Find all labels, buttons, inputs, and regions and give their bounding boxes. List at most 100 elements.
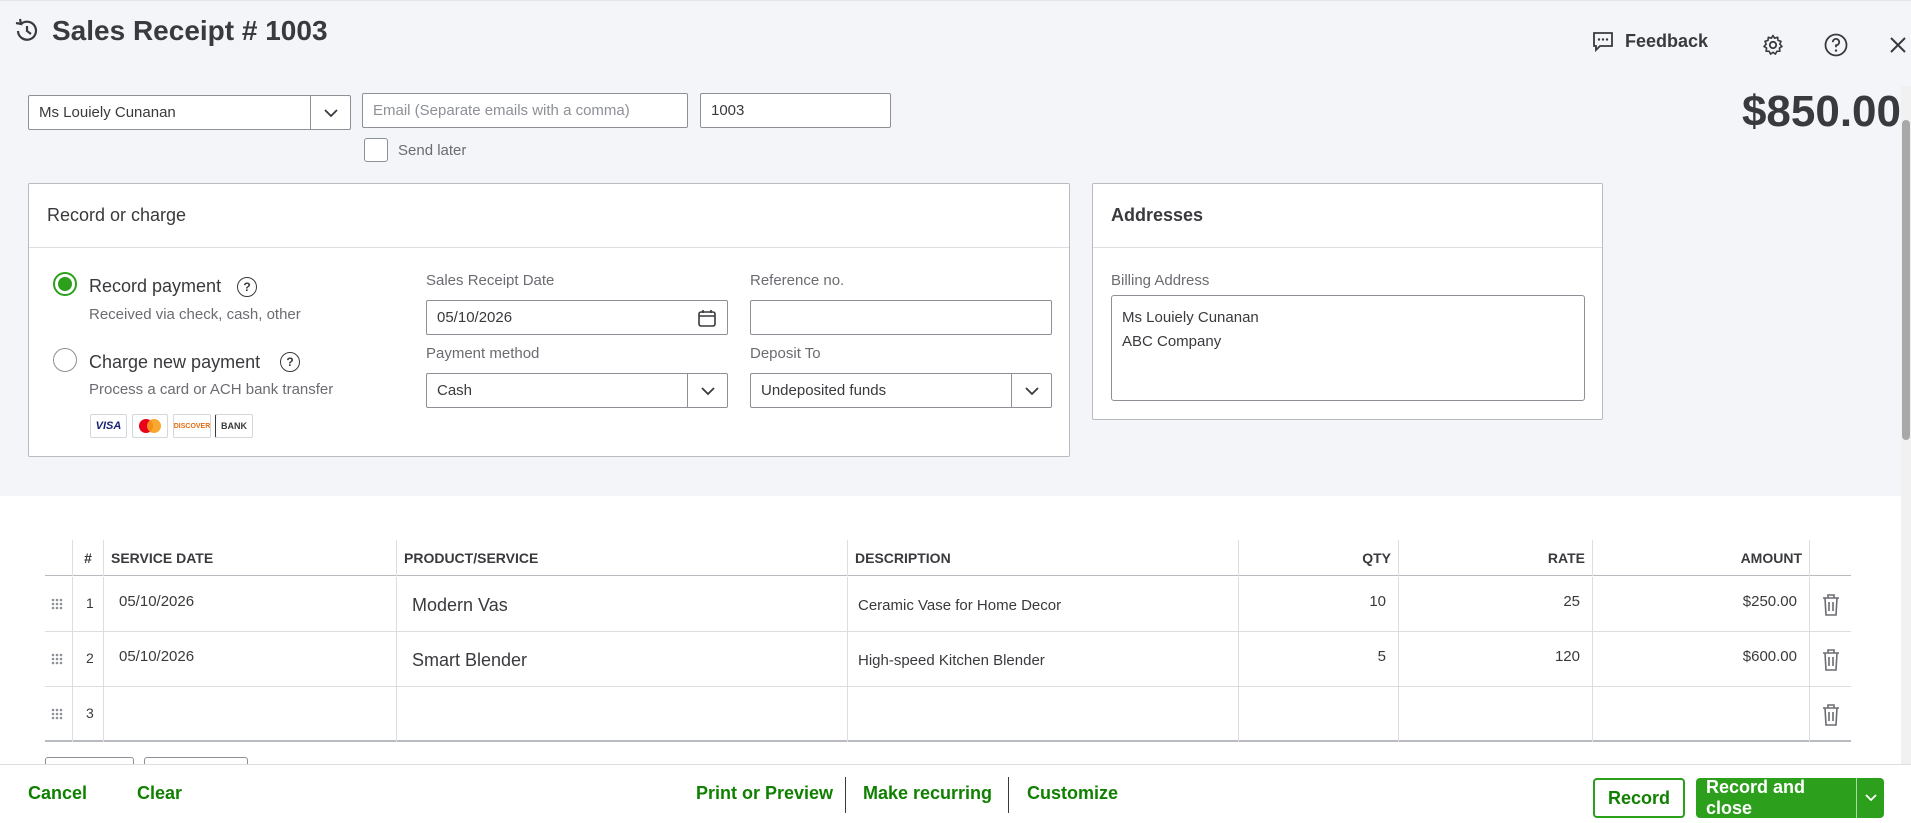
addresses-heading: Addresses	[1093, 184, 1602, 248]
amount-cell[interactable]: $250.00	[1593, 577, 1810, 632]
column-header: PRODUCT/SERVICE	[397, 540, 848, 576]
deposit-to-select[interactable]: Undeposited funds	[750, 373, 1052, 408]
rate: 25	[1563, 593, 1580, 610]
billing-line: ABC Company	[1122, 333, 1222, 350]
rate-cell[interactable]: 25	[1399, 577, 1593, 632]
product-cell[interactable]: Smart Blender	[397, 632, 848, 687]
column-header: AMOUNT	[1593, 540, 1810, 576]
charge-payment-radio[interactable]	[53, 348, 77, 372]
service-date-cell[interactable]: 05/10/2026	[104, 632, 397, 687]
table-row[interactable]: 1 05/10/2026 Modern Vas Ceramic Vase for…	[45, 577, 1851, 632]
email-field[interactable]: Email (Separate emails with a comma)	[362, 93, 688, 128]
rate-cell[interactable]	[1399, 687, 1593, 742]
gear-icon[interactable]	[1759, 31, 1787, 59]
column-header: QTY	[1239, 540, 1399, 576]
charge-payment-label: Charge new payment	[89, 352, 261, 372]
bank-logo: BANK	[215, 414, 253, 438]
billing-address-field[interactable]: Ms Louiely Cunanan ABC Company	[1111, 295, 1585, 401]
row-number: 2	[86, 650, 94, 666]
product-cell[interactable]: Modern Vas	[397, 577, 848, 632]
feedback-label: Feedback	[1625, 30, 1709, 51]
service-date-cell[interactable]	[104, 687, 397, 742]
qty-cell[interactable]: 5	[1239, 632, 1399, 687]
column-header: RATE	[1399, 540, 1593, 576]
scrollbar[interactable]	[1901, 86, 1911, 766]
clear-button[interactable]: Clear	[137, 783, 182, 804]
column-header: #	[73, 540, 104, 576]
record-or-charge-card: Record or charge Record payment ? Receiv…	[28, 183, 1070, 457]
amount-cell[interactable]	[1593, 687, 1810, 742]
email-placeholder: Email (Separate emails with a comma)	[373, 102, 630, 119]
receipt-date-field[interactable]: 05/10/2026	[426, 300, 728, 335]
column-header: SERVICE DATE	[104, 540, 397, 576]
record-and-close-label: Record and close	[1706, 777, 1806, 818]
record-button[interactable]: Record	[1593, 778, 1685, 818]
footer-bar: Cancel Clear Print or Preview Make recur…	[0, 764, 1911, 823]
product-cell[interactable]	[397, 687, 848, 742]
billing-line: Ms Louiely Cunanan	[1122, 309, 1259, 326]
visa-logo: VISA	[90, 414, 127, 438]
table-row[interactable]: 3	[45, 687, 1851, 742]
feedback-button[interactable]: Feedback	[1591, 29, 1708, 53]
help-icon[interactable]: ?	[237, 277, 257, 297]
payment-method-select[interactable]: Cash	[426, 373, 728, 408]
qty-cell[interactable]	[1239, 687, 1399, 742]
description-cell[interactable]	[848, 687, 1239, 742]
description-cell[interactable]: High-speed Kitchen Blender	[848, 632, 1239, 687]
total-amount: $850.00	[1741, 87, 1901, 136]
deposit-to-value: Undeposited funds	[761, 382, 887, 399]
drag-column-header	[45, 540, 73, 576]
cancel-button[interactable]: Cancel	[28, 783, 87, 804]
print-preview-button[interactable]: Print or Preview	[696, 783, 833, 804]
history-icon[interactable]	[12, 16, 42, 46]
customer-select[interactable]: Ms Louiely Cunanan	[28, 95, 351, 130]
qty-cell[interactable]: 10	[1239, 577, 1399, 632]
help-icon[interactable]	[1822, 31, 1850, 59]
record-payment-label: Record payment	[89, 276, 222, 296]
product-name: Smart Blender	[412, 650, 528, 670]
amount-cell[interactable]: $600.00	[1593, 632, 1810, 687]
trash-icon[interactable]	[1820, 703, 1842, 727]
row-number: 3	[86, 705, 94, 721]
discover-logo: DISCOVER	[173, 414, 211, 438]
close-icon[interactable]	[1884, 31, 1911, 59]
make-recurring-button[interactable]: Make recurring	[863, 783, 992, 804]
billing-address-label: Billing Address	[1111, 272, 1210, 289]
trash-icon[interactable]	[1820, 593, 1842, 617]
drag-cell	[45, 687, 73, 742]
chevron-down-icon[interactable]	[1011, 374, 1051, 407]
chevron-down-icon[interactable]	[310, 96, 350, 129]
card-heading: Record or charge	[29, 184, 1069, 248]
receipt-date-label: Sales Receipt Date	[426, 272, 555, 289]
send-later-checkbox[interactable]	[364, 138, 388, 162]
trash-icon[interactable]	[1820, 648, 1842, 672]
description: Ceramic Vase for Home Decor	[858, 597, 1062, 614]
receipt-number-field[interactable]: 1003	[700, 93, 891, 128]
record-and-close-button[interactable]: Record and close	[1696, 777, 1884, 818]
service-date: 05/10/2026	[119, 648, 195, 665]
footer-divider	[845, 777, 846, 813]
rate: 120	[1554, 648, 1580, 665]
send-later-label: Send later	[398, 142, 467, 159]
mastercard-logo	[132, 414, 168, 438]
row-number-cell: 2	[73, 632, 104, 687]
chat-icon	[1593, 32, 1613, 53]
chevron-down-icon[interactable]	[1857, 794, 1884, 802]
rate-cell[interactable]: 120	[1399, 632, 1593, 687]
payment-method-label: Payment method	[426, 345, 540, 362]
column-header: DESCRIPTION	[848, 540, 1239, 576]
scrollbar-thumb[interactable]	[1902, 120, 1910, 440]
record-payment-radio[interactable]	[53, 272, 77, 296]
qty: 5	[1377, 648, 1386, 665]
deposit-to-label: Deposit To	[750, 345, 821, 362]
help-icon[interactable]: ?	[280, 352, 300, 372]
description-cell[interactable]: Ceramic Vase for Home Decor	[848, 577, 1239, 632]
customize-button[interactable]: Customize	[1027, 783, 1118, 804]
service-date-cell[interactable]: 05/10/2026	[104, 577, 397, 632]
table-row[interactable]: 2 05/10/2026 Smart Blender High-speed Ki…	[45, 632, 1851, 687]
chevron-down-icon[interactable]	[687, 374, 727, 407]
table-header: # SERVICE DATE PRODUCT/SERVICE DESCRIPTI…	[45, 540, 1851, 576]
drag-cell	[45, 577, 73, 632]
reference-field[interactable]	[750, 300, 1052, 335]
calendar-icon[interactable]	[697, 308, 717, 328]
